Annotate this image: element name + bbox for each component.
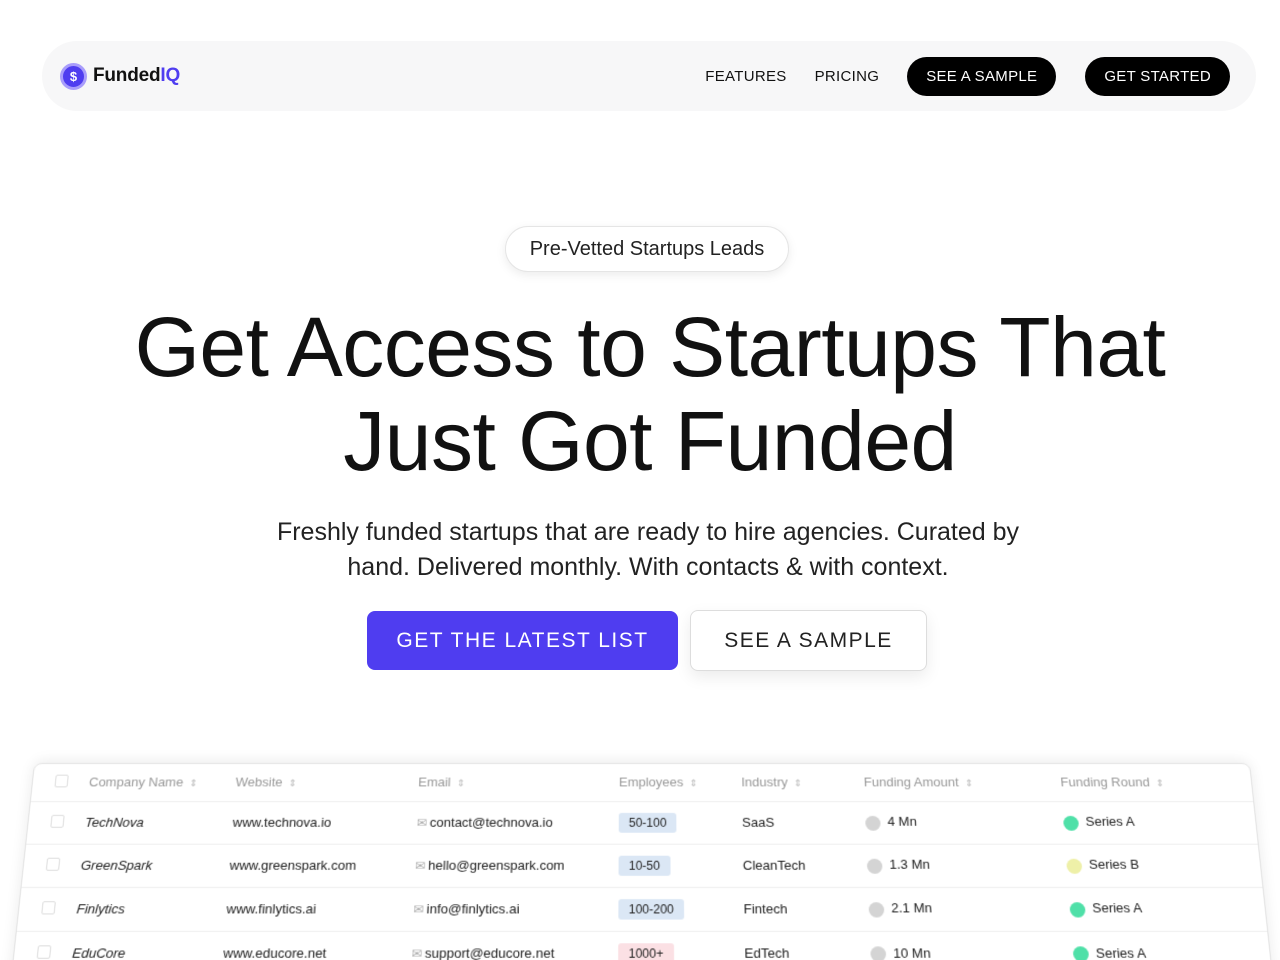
email-cell[interactable]: ✉ support@educore.net bbox=[411, 931, 619, 960]
round-dot-icon bbox=[1066, 858, 1082, 873]
round-text: Series A bbox=[1095, 945, 1146, 960]
mail-icon: ✉ bbox=[413, 902, 424, 916]
amount-text: 1.3 Mn bbox=[889, 857, 930, 872]
round-text: Series B bbox=[1088, 857, 1139, 872]
table-row[interactable]: GreenSpark www.greenspark.com ✉ hello@green… bbox=[22, 844, 1263, 887]
email-text: support@educore.net bbox=[425, 946, 555, 960]
table-header-row: Company Name ⇕ Website ⇕ Email ⇕ Employees ⇕… bbox=[31, 764, 1253, 801]
email-text: contact@technova.io bbox=[430, 815, 553, 830]
row-checkbox[interactable] bbox=[50, 814, 64, 827]
amount-dot-icon bbox=[868, 902, 884, 917]
amount-dot-icon bbox=[870, 946, 886, 960]
employees-badge: 100-200 bbox=[618, 899, 684, 919]
round-text: Series A bbox=[1092, 901, 1143, 916]
industry-cell: Fintech bbox=[743, 887, 869, 931]
employees-cell: 10-50 bbox=[618, 844, 743, 887]
hero-headline: Get Access to Startups That Just Got Fun… bbox=[60, 300, 1240, 488]
website-cell[interactable]: www.greenspark.com bbox=[228, 844, 416, 887]
industry-cell: SaaS bbox=[742, 801, 867, 844]
email-cell[interactable]: ✉ info@finlytics.ai bbox=[412, 887, 618, 931]
top-nav: $ FundedIQ FEATURES PRICING SEE A SAMPLE… bbox=[42, 41, 1256, 111]
see-sample-nav-button[interactable]: SEE A SAMPLE bbox=[907, 57, 1056, 96]
table-row[interactable]: Finlytics www.finlytics.ai ✉ info@finlytics… bbox=[17, 887, 1267, 931]
employees-cell: 100-200 bbox=[618, 887, 744, 931]
funding-round-cell: Series A bbox=[1062, 801, 1258, 844]
table-row[interactable]: TechNova www.technova.io ✉ contact@technova… bbox=[26, 801, 1257, 844]
dollar-coin-icon: $ bbox=[60, 63, 87, 90]
row-checkbox[interactable] bbox=[46, 857, 61, 870]
mail-icon: ✉ bbox=[415, 859, 426, 873]
amount-text: 4 Mn bbox=[887, 814, 917, 829]
logo[interactable]: $ FundedIQ bbox=[60, 63, 180, 90]
hero-subhead: Freshly funded startups that are ready t… bbox=[240, 515, 1056, 585]
row-checkbox[interactable] bbox=[41, 901, 56, 914]
logo-text: FundedIQ bbox=[93, 65, 180, 87]
employees-cell: 1000+ bbox=[618, 931, 745, 960]
funding-amount-cell: 4 Mn bbox=[864, 801, 1064, 844]
company-name-cell: Finlytics bbox=[75, 887, 229, 931]
subhead-line-1: Freshly funded startups that are ready t… bbox=[277, 518, 1019, 546]
mail-icon: ✉ bbox=[416, 816, 427, 830]
column-header-email[interactable]: Email ⇕ bbox=[417, 764, 619, 801]
column-header-company[interactable]: Company Name ⇕ bbox=[87, 764, 237, 801]
headline-line-1: Get Access to Startups That bbox=[135, 300, 1166, 394]
sort-icon: ⇕ bbox=[189, 779, 198, 790]
website-cell[interactable]: www.finlytics.ai bbox=[225, 887, 414, 931]
funding-round-cell: Series B bbox=[1065, 844, 1262, 887]
mail-icon: ✉ bbox=[411, 947, 422, 960]
company-name-cell: EduCore bbox=[70, 931, 225, 960]
email-text: info@finlytics.ai bbox=[426, 901, 519, 916]
get-started-button[interactable]: GET STARTED bbox=[1085, 57, 1230, 96]
funding-amount-cell: 1.3 Mn bbox=[866, 844, 1068, 887]
funding-amount-cell: 10 Mn bbox=[870, 931, 1075, 960]
email-cell[interactable]: ✉ hello@greenspark.com bbox=[414, 844, 619, 887]
amount-dot-icon bbox=[867, 858, 883, 873]
website-cell[interactable]: www.educore.net bbox=[222, 931, 413, 960]
employees-cell: 50-100 bbox=[619, 801, 743, 844]
industry-cell: CleanTech bbox=[742, 844, 867, 887]
sort-icon: ⇕ bbox=[965, 779, 974, 790]
round-text: Series A bbox=[1085, 814, 1135, 829]
industry-cell: EdTech bbox=[744, 931, 871, 960]
headline-line-2: Just Got Funded bbox=[343, 394, 957, 488]
sort-icon: ⇕ bbox=[1155, 779, 1164, 790]
company-name-cell: GreenSpark bbox=[79, 844, 231, 887]
funding-amount-cell: 2.1 Mn bbox=[868, 887, 1072, 931]
leads-table: Company Name ⇕ Website ⇕ Email ⇕ Employees ⇕… bbox=[12, 764, 1272, 960]
amount-dot-icon bbox=[865, 815, 881, 830]
round-dot-icon bbox=[1063, 815, 1079, 830]
website-cell[interactable]: www.technova.io bbox=[231, 801, 417, 844]
sort-icon: ⇕ bbox=[457, 779, 466, 790]
select-all-checkbox[interactable] bbox=[54, 774, 68, 787]
column-header-industry[interactable]: Industry ⇕ bbox=[741, 764, 864, 801]
sort-icon: ⇕ bbox=[689, 779, 698, 790]
amount-text: 2.1 Mn bbox=[891, 901, 932, 916]
employees-badge: 50-100 bbox=[619, 812, 677, 832]
sort-icon: ⇕ bbox=[288, 779, 297, 790]
get-latest-list-button[interactable]: GET THE LATEST LIST bbox=[367, 611, 678, 670]
nav-features-link[interactable]: FEATURES bbox=[705, 68, 786, 85]
round-dot-icon bbox=[1069, 902, 1086, 917]
employees-badge: 10-50 bbox=[619, 855, 671, 875]
sort-icon: ⇕ bbox=[794, 779, 803, 790]
column-header-funding-amount[interactable]: Funding Amount ⇕ bbox=[863, 764, 1062, 801]
company-name-cell: TechNova bbox=[83, 801, 234, 844]
see-sample-button[interactable]: SEE A SAMPLE bbox=[690, 610, 927, 671]
funding-round-cell: Series A bbox=[1068, 887, 1267, 931]
column-header-website[interactable]: Website ⇕ bbox=[234, 764, 419, 801]
subhead-line-2: hand. Delivered monthly. With contacts &… bbox=[347, 553, 948, 581]
row-checkbox[interactable] bbox=[37, 945, 52, 958]
employees-badge: 1000+ bbox=[618, 943, 674, 960]
nav-pricing-link[interactable]: PRICING bbox=[815, 68, 880, 85]
column-header-employees[interactable]: Employees ⇕ bbox=[619, 764, 742, 801]
funding-round-cell: Series A bbox=[1071, 931, 1272, 960]
hero-badge: Pre-Vetted Startups Leads bbox=[505, 226, 789, 272]
email-text: hello@greenspark.com bbox=[428, 858, 565, 873]
amount-text: 10 Mn bbox=[893, 945, 931, 960]
table-row[interactable]: EduCore www.educore.net ✉ support@educore.n… bbox=[12, 931, 1272, 960]
leads-table-preview: Company Name ⇕ Website ⇕ Email ⇕ Employees ⇕… bbox=[10, 763, 1274, 960]
column-header-funding-round[interactable]: Funding Round ⇕ bbox=[1059, 764, 1253, 801]
round-dot-icon bbox=[1073, 946, 1090, 960]
email-cell[interactable]: ✉ contact@technova.io bbox=[416, 801, 619, 844]
